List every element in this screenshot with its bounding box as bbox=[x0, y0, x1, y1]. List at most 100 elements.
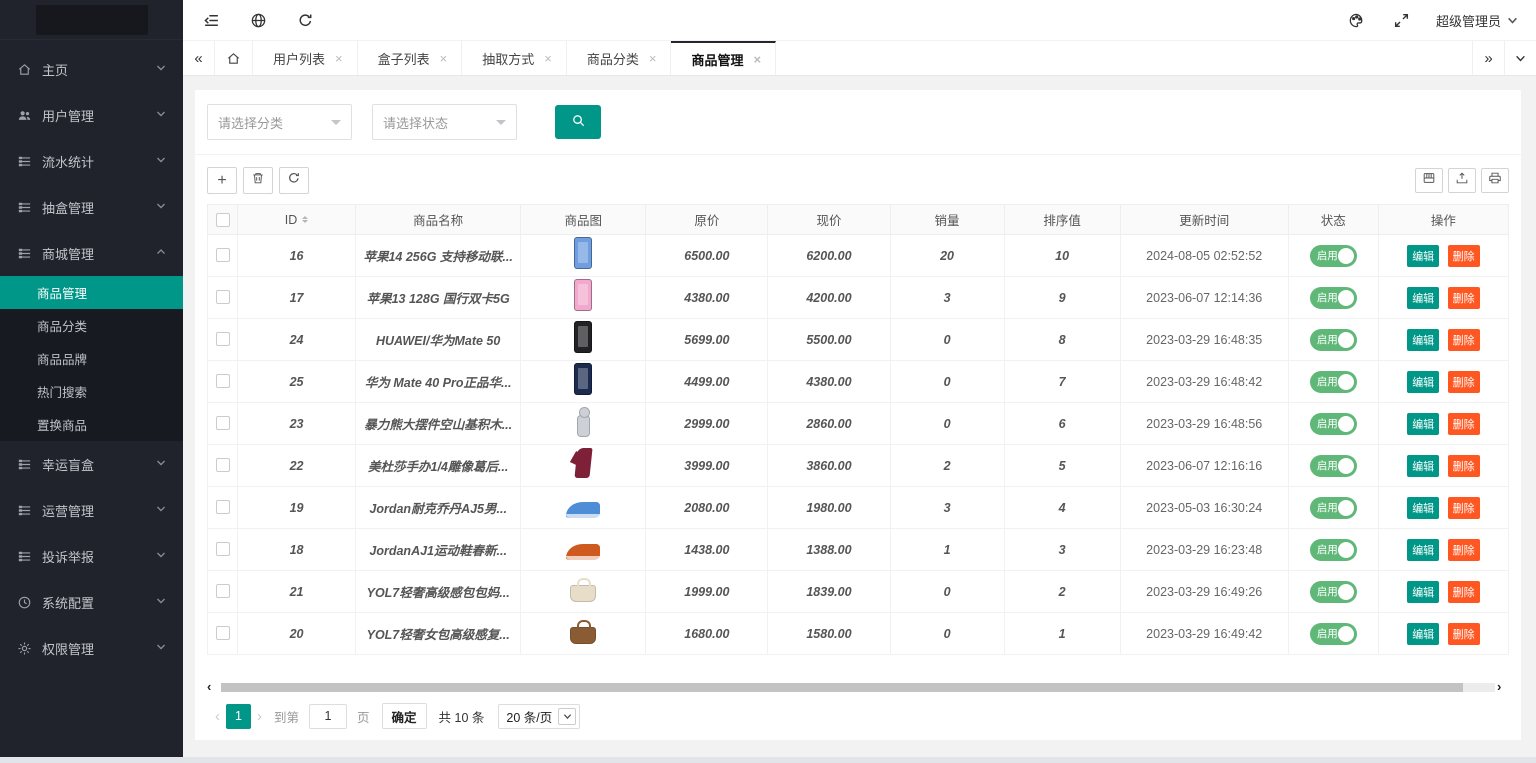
sidebar-subitem[interactable]: 商品管理 bbox=[0, 276, 183, 309]
print-button[interactable] bbox=[1481, 168, 1509, 193]
delete-button[interactable]: 删除 bbox=[1448, 329, 1480, 351]
sort-icon[interactable] bbox=[302, 213, 308, 227]
per-page-select[interactable]: 20 条/页 bbox=[498, 704, 580, 729]
delete-button[interactable]: 删除 bbox=[1448, 245, 1480, 267]
status-toggle[interactable]: 启用 bbox=[1310, 455, 1357, 477]
sidebar-item[interactable]: 用户管理 bbox=[0, 92, 183, 138]
refresh-icon[interactable] bbox=[297, 12, 314, 29]
status-toggle[interactable]: 启用 bbox=[1310, 539, 1357, 561]
export-button[interactable] bbox=[1448, 168, 1476, 193]
home-tab[interactable] bbox=[215, 41, 253, 75]
tab-item[interactable]: 盒子列表 × bbox=[358, 41, 463, 75]
edit-button[interactable]: 编辑 bbox=[1407, 497, 1439, 519]
edit-button[interactable]: 编辑 bbox=[1407, 413, 1439, 435]
row-checkbox[interactable] bbox=[216, 332, 230, 346]
status-toggle[interactable]: 启用 bbox=[1310, 581, 1357, 603]
tab-item[interactable]: 抽取方式 × bbox=[462, 41, 567, 75]
sidebar-item[interactable]: 幸运盲盒 bbox=[0, 441, 183, 487]
columns-filter-button[interactable] bbox=[1415, 168, 1443, 193]
edit-button[interactable]: 编辑 bbox=[1407, 455, 1439, 477]
scroll-left-icon[interactable]: ‹ bbox=[207, 681, 219, 693]
globe-icon[interactable] bbox=[250, 12, 267, 29]
status-toggle[interactable]: 启用 bbox=[1310, 245, 1357, 267]
status-select[interactable]: 请选择状态 bbox=[372, 104, 517, 140]
chevron-down-icon bbox=[155, 62, 167, 74]
sidebar-subitem[interactable]: 商品分类 bbox=[0, 309, 183, 342]
edit-button[interactable]: 编辑 bbox=[1407, 329, 1439, 351]
row-checkbox[interactable] bbox=[216, 416, 230, 430]
tab-item[interactable]: 商品分类 × bbox=[567, 41, 672, 75]
goto-page-input[interactable] bbox=[309, 704, 347, 729]
delete-button[interactable]: 删除 bbox=[1448, 581, 1480, 603]
scroll-right-icon[interactable]: › bbox=[1497, 681, 1509, 693]
user-menu[interactable]: 超级管理员 bbox=[1436, 11, 1518, 30]
row-checkbox[interactable] bbox=[216, 626, 230, 640]
status-toggle[interactable]: 启用 bbox=[1310, 497, 1357, 519]
row-checkbox[interactable] bbox=[216, 542, 230, 556]
sidebar-item[interactable]: 商城管理 bbox=[0, 230, 183, 276]
row-checkbox[interactable] bbox=[216, 584, 230, 598]
palette-icon[interactable] bbox=[1348, 12, 1365, 29]
sidebar-subitem[interactable]: 商品品牌 bbox=[0, 342, 183, 375]
confirm-page-button[interactable]: 确定 bbox=[382, 703, 427, 729]
select-all-checkbox[interactable] bbox=[216, 213, 230, 227]
next-page-icon[interactable]: › bbox=[257, 708, 262, 725]
delete-button[interactable]: 删除 bbox=[1448, 287, 1480, 309]
add-button[interactable]: + bbox=[207, 167, 237, 194]
status-toggle[interactable]: 启用 bbox=[1310, 623, 1357, 645]
row-checkbox[interactable] bbox=[216, 290, 230, 304]
tab-close-icon[interactable]: × bbox=[649, 51, 657, 66]
scrollbar-track[interactable] bbox=[221, 683, 1495, 692]
row-checkbox[interactable] bbox=[216, 374, 230, 388]
sidebar-item[interactable]: 运营管理 bbox=[0, 487, 183, 533]
row-checkbox[interactable] bbox=[216, 458, 230, 472]
tabs-scroll-left-icon[interactable]: « bbox=[183, 41, 215, 75]
status-toggle[interactable]: 启用 bbox=[1310, 329, 1357, 351]
row-checkbox[interactable] bbox=[216, 500, 230, 514]
status-toggle[interactable]: 启用 bbox=[1310, 287, 1357, 309]
delete-button[interactable]: 删除 bbox=[1448, 623, 1480, 645]
product-current-price: 1839.00 bbox=[806, 585, 851, 599]
sidebar-subitem[interactable]: 置换商品 bbox=[0, 408, 183, 441]
status-toggle[interactable]: 启用 bbox=[1310, 413, 1357, 435]
product-image bbox=[566, 544, 600, 560]
sidebar-subitem-label: 置换商品 bbox=[37, 415, 87, 434]
fullscreen-icon[interactable] bbox=[1393, 12, 1410, 29]
batch-delete-button[interactable] bbox=[243, 167, 273, 194]
sidebar-item[interactable]: 投诉举报 bbox=[0, 533, 183, 579]
page-number-button[interactable]: 1 bbox=[226, 704, 251, 729]
edit-button[interactable]: 编辑 bbox=[1407, 581, 1439, 603]
category-select[interactable]: 请选择分类 bbox=[207, 104, 352, 140]
tab-close-icon[interactable]: × bbox=[440, 51, 448, 66]
scrollbar-thumb[interactable] bbox=[221, 683, 1463, 692]
sidebar-item[interactable]: 权限管理 bbox=[0, 625, 183, 671]
prev-page-icon[interactable]: ‹ bbox=[215, 708, 220, 725]
refresh-table-button[interactable] bbox=[279, 167, 309, 194]
edit-button[interactable]: 编辑 bbox=[1407, 623, 1439, 645]
status-toggle[interactable]: 启用 bbox=[1310, 371, 1357, 393]
edit-button[interactable]: 编辑 bbox=[1407, 539, 1439, 561]
delete-button[interactable]: 删除 bbox=[1448, 413, 1480, 435]
delete-button[interactable]: 删除 bbox=[1448, 455, 1480, 477]
sidebar-item[interactable]: 系统配置 bbox=[0, 579, 183, 625]
row-checkbox[interactable] bbox=[216, 248, 230, 262]
tabs-menu-icon[interactable] bbox=[1504, 41, 1536, 75]
tab-close-icon[interactable]: × bbox=[753, 52, 761, 67]
sidebar-item[interactable]: 抽盒管理 bbox=[0, 184, 183, 230]
tab-close-icon[interactable]: × bbox=[335, 51, 343, 66]
delete-button[interactable]: 删除 bbox=[1448, 371, 1480, 393]
sidebar-subitem[interactable]: 热门搜索 bbox=[0, 375, 183, 408]
collapse-menu-icon[interactable] bbox=[203, 12, 220, 29]
edit-button[interactable]: 编辑 bbox=[1407, 287, 1439, 309]
tab-close-icon[interactable]: × bbox=[544, 51, 552, 66]
sidebar-item[interactable]: 主页 bbox=[0, 46, 183, 92]
sidebar-item[interactable]: 流水统计 bbox=[0, 138, 183, 184]
search-button[interactable] bbox=[555, 105, 601, 139]
tabs-scroll-right-icon[interactable]: » bbox=[1472, 41, 1504, 75]
tab-item[interactable]: 商品管理 × bbox=[671, 41, 776, 75]
tab-item[interactable]: 用户列表 × bbox=[253, 41, 358, 75]
delete-button[interactable]: 删除 bbox=[1448, 539, 1480, 561]
edit-button[interactable]: 编辑 bbox=[1407, 371, 1439, 393]
edit-button[interactable]: 编辑 bbox=[1407, 245, 1439, 267]
delete-button[interactable]: 删除 bbox=[1448, 497, 1480, 519]
